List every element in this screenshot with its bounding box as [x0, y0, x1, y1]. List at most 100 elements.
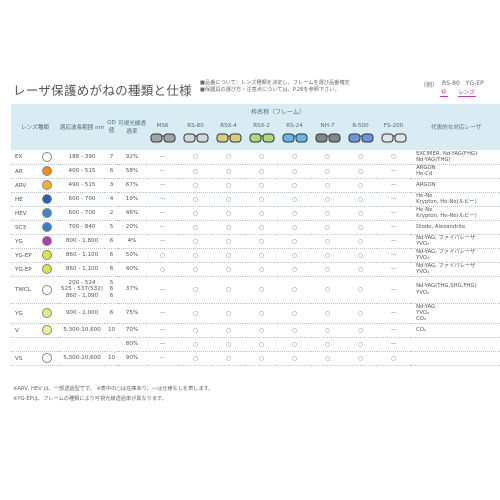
glasses-icon — [315, 133, 340, 143]
frame-availability-cell: — — [390, 182, 397, 188]
frame-availability-cell: ○ — [324, 340, 331, 348]
laser-cell: ARGON — [416, 181, 436, 188]
lens-color-swatch — [42, 166, 52, 176]
lens-type-cell — [11, 337, 59, 351]
frame-availability-cell: ○ — [258, 153, 265, 161]
od-cell: 4 — [109, 195, 114, 202]
frame-availability-cell: ○ — [192, 223, 199, 231]
spec-table: レンズ種類 適応波長範囲 nm OD値 可視光線透過率 枠名称（フレーム） 代表… — [11, 104, 500, 366]
wavelength-cell: 860 - 1,100 — [65, 251, 99, 258]
frame-availability-cell: ○ — [291, 153, 298, 161]
frame-availability-cell: ○ — [225, 265, 232, 273]
frame-availability-cell: — — [159, 310, 166, 316]
frame-header-rsx-2: RSX-2 — [245, 118, 278, 150]
lens-type-name: EX — [15, 154, 23, 161]
frame-availability-cell: ○ — [357, 209, 364, 217]
frame-availability-cell: — — [390, 238, 397, 244]
lens-color-swatch — [42, 194, 52, 204]
frame-name: R-500 — [352, 123, 369, 129]
frame-availability-cell: ○ — [192, 237, 199, 245]
wavelength-cell: 860 - 1,100 — [65, 265, 99, 272]
notes: ■品番について：レンズ種類を決定し、フレームを選び品番確定 ■保護具の選び方・注… — [200, 80, 350, 94]
laser-cell — [410, 351, 500, 365]
table-row: 80% — ○ ○ ○ ○ ○ ○ — — [11, 337, 500, 351]
frame-availability-cell: — — [159, 168, 166, 174]
frame-availability-cell: ○ — [291, 237, 298, 245]
page-title: レーザ保護めがねの種類と仕様 — [13, 83, 192, 98]
frame-name: RS-80 — [187, 123, 204, 129]
frame-availability-cell: ○ — [357, 153, 364, 161]
frame-availability-cell: ○ — [192, 251, 199, 259]
frame-availability-cell: — — [390, 266, 397, 272]
wavelength-cell: 200 - 524 525 - 537(532) 860 - 1,090 — [61, 279, 103, 299]
transmittance-cell: 37% — [125, 286, 139, 293]
wavelength-cell: 600 - 700 — [68, 209, 96, 216]
od-cell: 5 6 6 — [109, 279, 114, 299]
table-row: YG 900 - 2,000 6 75% — ○ ○ ○ ○ ○ ○ — Nd-YAG YVO₄ CO₂ — [11, 303, 500, 323]
table-row: EX 188 - 390 7 92% — ○ ○ ○ ○ ○ ○ ○ EXCIMER, Nd-YAG(F… — [11, 150, 500, 164]
table-row: HE 600 - 700 4 19% — ○ ○ ○ ○ ○ ○ — He-Ne Krypton, He… — [11, 192, 500, 206]
frame-availability-cell: ○ — [291, 223, 298, 231]
table-row: VS 5,300-10,600 10 90% — ○ ○ ○ ○ ○ ○ ○ — [11, 351, 500, 365]
lens-color-swatch — [42, 353, 52, 363]
lens-type-name: AR — [15, 168, 23, 175]
lens-type-cell: TWCL — [11, 276, 59, 303]
frame-availability-cell: ○ — [258, 286, 265, 293]
header-wavelength: 適応波長範囲 nm — [59, 104, 105, 150]
frame-availability-cell: ○ — [324, 251, 331, 259]
header-laser: 代表的な対応レーザ — [410, 104, 500, 150]
table-row: YG-EP 860 - 1,100 6 40% ○ ○ ○ ○ ○ ○ ○ — Nd-YAG, ファイバ… — [11, 262, 500, 276]
frame-availability-cell: ○ — [324, 237, 331, 245]
lens-type-name: VS — [15, 355, 23, 362]
glasses-icon — [150, 133, 175, 143]
frame-availability-cell: ○ — [291, 209, 298, 217]
frame-availability-cell: — — [390, 196, 397, 202]
frame-availability-cell: ○ — [357, 181, 364, 189]
laser-cell: Nd-YAG, ファイバレーザ YVO₄ — [416, 262, 476, 275]
od-cell: 6 — [109, 251, 114, 258]
frame-header-rsx-4: RSX-4 — [212, 118, 245, 150]
lens-type-name: HEV — [15, 210, 27, 217]
lens-type-cell: HE — [11, 192, 59, 206]
glasses-icon — [183, 133, 208, 143]
lens-type-cell: EX — [11, 150, 59, 164]
wavelength-cell — [59, 337, 105, 351]
example-frame-value: RS-80 — [442, 80, 460, 87]
frame-availability-cell: ○ — [357, 326, 364, 334]
transmittance-cell: 19% — [125, 195, 139, 202]
example-lens-value: YG-EP — [465, 80, 484, 87]
frame-name: NH-7 — [320, 123, 335, 129]
frame-availability-cell: ○ — [159, 251, 166, 259]
lens-type-name: YG — [15, 310, 23, 317]
lens-color-swatch — [42, 222, 52, 232]
example-prefix: （例） — [420, 82, 439, 89]
frame-header-r-500: R-500 — [344, 118, 377, 150]
frame-availability-cell: ○ — [225, 286, 232, 293]
od-cell: 6 — [109, 265, 114, 272]
table-row: ARV 490 - 515 3 67% — ○ ○ ○ ○ ○ ○ — ARGON — [11, 178, 500, 192]
lens-color-swatch — [42, 284, 52, 295]
lens-type-cell: YG-EP — [11, 262, 59, 276]
frame-availability-cell: ○ — [324, 286, 331, 293]
frame-availability-cell: ○ — [324, 153, 331, 161]
frame-availability-cell: ○ — [324, 309, 331, 317]
frame-availability-cell: ○ — [258, 237, 265, 245]
frame-availability-cell: ○ — [357, 265, 364, 273]
lens-type-name: YG — [15, 238, 23, 245]
wavelength-cell: 5,300-10,600 — [63, 354, 101, 361]
frame-availability-cell: ○ — [258, 340, 265, 348]
frame-availability-cell: ○ — [258, 354, 265, 362]
lens-color-swatch — [42, 250, 52, 260]
wavelength-cell: 400 - 515 — [68, 167, 96, 174]
lens-color-swatch — [42, 180, 52, 190]
lens-type-cell: HEV — [11, 206, 59, 220]
wavelength-cell: 800 - 1,800 — [65, 237, 99, 244]
frame-availability-cell: — — [159, 224, 166, 230]
spec-table-body: EX 188 - 390 7 92% — ○ ○ ○ ○ ○ ○ ○ EXCIMER, Nd-YAG(F… — [11, 150, 500, 365]
lens-type-cell: ARV — [11, 178, 59, 192]
transmittance-cell: 58% — [125, 167, 139, 174]
glasses-icon — [216, 133, 241, 143]
frame-availability-cell: — — [159, 210, 166, 216]
frame-availability-cell: ○ — [258, 326, 265, 334]
wavelength-cell: 600 - 700 — [68, 195, 96, 202]
